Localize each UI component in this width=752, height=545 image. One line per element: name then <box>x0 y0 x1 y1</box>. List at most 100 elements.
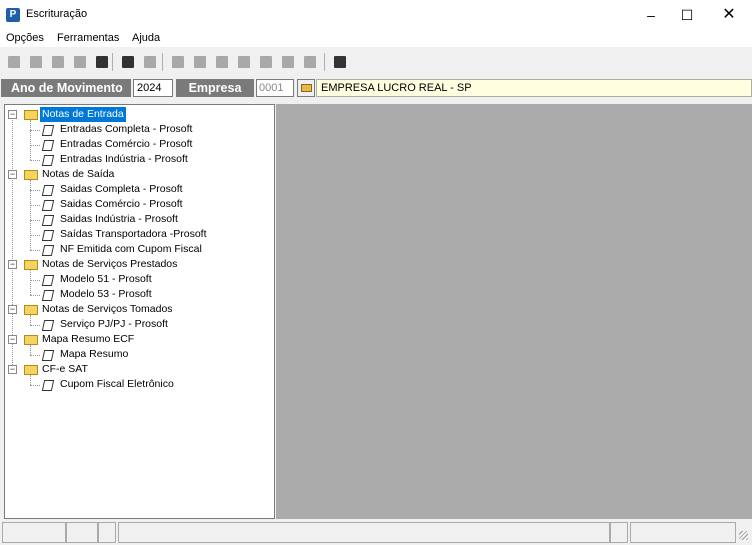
toolbar-separator <box>112 53 113 71</box>
document-icon <box>41 379 53 390</box>
tree-item[interactable]: Saidas Indústria - Prosoft <box>5 212 273 227</box>
document-icon <box>41 184 53 195</box>
collapse-icon[interactable]: − <box>8 170 17 179</box>
maximize-button[interactable]: ☐ <box>664 0 710 30</box>
app-icon: P <box>6 8 20 22</box>
tree-connector <box>30 130 40 131</box>
folder-icon <box>24 335 38 345</box>
collapse-icon[interactable]: − <box>8 335 17 344</box>
exit-door-button[interactable] <box>330 52 350 72</box>
stamp-icon <box>216 56 228 68</box>
tree-connector <box>30 280 40 281</box>
list-icon <box>282 56 294 68</box>
document-button[interactable] <box>168 52 188 72</box>
group-icon <box>238 56 250 68</box>
tree-group[interactable]: − Notas de Saída <box>5 167 273 182</box>
tree-connector <box>30 120 31 160</box>
status-panel-5 <box>610 522 628 543</box>
folder-icon <box>24 365 38 375</box>
empresa-label: Empresa <box>176 79 254 97</box>
tree-item-label: NF Emitida com Cupom Fiscal <box>60 243 202 255</box>
tree-item[interactable]: Serviço PJ/PJ - Prosoft <box>5 317 273 332</box>
exit-door-icon <box>334 56 346 68</box>
tree-group[interactable]: − Notas de Entrada <box>5 107 273 122</box>
tree-item[interactable]: Saídas Transportadora -Prosoft <box>5 227 273 242</box>
tree-item-label: Modelo 53 - Prosoft <box>60 288 152 300</box>
document-icon <box>41 244 53 255</box>
tree-item[interactable]: Saidas Comércio - Prosoft <box>5 197 273 212</box>
open-empresa-button[interactable] <box>297 79 315 97</box>
undo-button[interactable] <box>26 52 46 72</box>
tree-panel[interactable]: − Notas de Entrada Entradas Completa - Pro… <box>4 104 275 519</box>
tree-connector <box>30 190 40 191</box>
tree-group[interactable]: − Notas de Serviços Tomados <box>5 302 273 317</box>
register-button[interactable] <box>190 52 210 72</box>
document-icon <box>41 214 53 225</box>
tree-connector <box>30 385 40 386</box>
stamp-button[interactable] <box>212 52 232 72</box>
menu-bar: Opções Ferramentas Ajuda <box>0 30 752 47</box>
status-panel-1 <box>2 522 66 543</box>
tree-group-label: CF-e SAT <box>42 363 88 375</box>
menu-opcoes[interactable]: Opções <box>6 32 44 44</box>
register-icon <box>194 56 206 68</box>
collapse-icon[interactable]: − <box>8 365 17 374</box>
resize-grip[interactable] <box>738 528 750 542</box>
status-panel-2 <box>66 522 98 543</box>
document-icon <box>41 139 53 150</box>
folder-icon <box>24 170 38 180</box>
tree-item-label: Saídas Transportadora -Prosoft <box>60 228 207 240</box>
tree-item[interactable]: NF Emitida com Cupom Fiscal <box>5 242 273 257</box>
preview-button[interactable] <box>92 52 112 72</box>
cib-button[interactable] <box>256 52 276 72</box>
empresa-name-display: EMPRESA LUCRO REAL - SP <box>316 79 752 97</box>
status-panel-4 <box>118 522 610 543</box>
menu-ajuda[interactable]: Ajuda <box>132 32 160 44</box>
tree-item[interactable]: Entradas Comércio - Prosoft <box>5 137 273 152</box>
tools-button[interactable] <box>70 52 90 72</box>
tree-item-label: Modelo 51 - Prosoft <box>60 273 152 285</box>
undo-icon <box>30 56 42 68</box>
close-button[interactable]: ✕ <box>706 0 752 30</box>
book-icon <box>304 56 316 68</box>
tree-item[interactable]: Modelo 51 - Prosoft <box>5 272 273 287</box>
collapse-icon[interactable]: − <box>8 110 17 119</box>
preview-icon <box>96 56 108 68</box>
book-button[interactable] <box>300 52 320 72</box>
folder-icon <box>24 260 38 270</box>
tree-item[interactable]: Saidas Completa - Prosoft <box>5 182 273 197</box>
new-icon <box>8 56 20 68</box>
menu-ferramentas[interactable]: Ferramentas <box>57 32 119 44</box>
tree-item[interactable]: Entradas Completa - Prosoft <box>5 122 273 137</box>
content-area <box>276 104 752 519</box>
tree-item-label: Saidas Indústria - Prosoft <box>60 213 178 225</box>
ano-movimento-field[interactable]: 2024 <box>133 79 173 97</box>
tree-group[interactable]: − Notas de Serviços Prestados <box>5 257 273 272</box>
tree-item-label: Entradas Comércio - Prosoft <box>60 138 193 150</box>
collapse-icon[interactable]: − <box>8 260 17 269</box>
tree-item[interactable]: Modelo 53 - Prosoft <box>5 287 273 302</box>
empresa-code-field[interactable]: 0001 <box>256 79 294 97</box>
entry-icon <box>144 56 156 68</box>
tree-connector <box>30 220 40 221</box>
tree-connector <box>30 270 31 295</box>
tree-group[interactable]: − Mapa Resumo ECF <box>5 332 273 347</box>
document-icon <box>41 274 53 285</box>
collapse-icon[interactable]: − <box>8 305 17 314</box>
tree-group[interactable]: − CF-e SAT <box>5 362 273 377</box>
new-button[interactable] <box>4 52 24 72</box>
tree-connector <box>30 160 40 161</box>
tree-item[interactable]: Mapa Resumo <box>5 347 273 362</box>
tree-connector <box>30 315 31 325</box>
document-icon <box>41 199 53 210</box>
status-panel-6 <box>630 522 736 543</box>
list-button[interactable] <box>278 52 298 72</box>
group-button[interactable] <box>234 52 254 72</box>
tree-connector <box>30 205 40 206</box>
entry-button[interactable] <box>140 52 160 72</box>
tree-item-label: Mapa Resumo <box>60 348 129 360</box>
tree-item[interactable]: Entradas Indústria - Prosoft <box>5 152 273 167</box>
stop-button[interactable] <box>48 52 68 72</box>
tree-view-button[interactable] <box>118 52 138 72</box>
tree-item[interactable]: Cupom Fiscal Eletrônico <box>5 377 273 392</box>
